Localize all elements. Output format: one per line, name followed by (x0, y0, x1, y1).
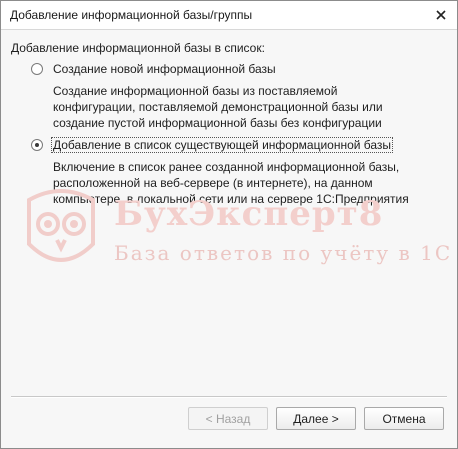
option-add-existing[interactable]: Добавление в список существующей информа… (31, 137, 394, 153)
description-line: создание пустой информационной базы без … (53, 116, 382, 130)
option-create-new-label[interactable]: Создание новой информационной базы (51, 61, 278, 77)
next-button[interactable]: Далее > (276, 407, 356, 430)
description-line: Создание информационной базы из поставля… (53, 84, 338, 98)
watermark-tagline: База ответов по учёту в 1С (114, 241, 453, 265)
radio-add-existing[interactable] (31, 139, 43, 151)
cancel-button[interactable]: Отмена (364, 407, 444, 430)
option-create-new[interactable]: Создание новой информационной базы (31, 61, 278, 77)
divider (11, 396, 447, 398)
dialog-window: Добавление информационной базы/группы До… (0, 0, 458, 449)
option-create-new-description: Создание информационной базы из поставля… (53, 83, 448, 131)
radio-create-new[interactable] (31, 63, 43, 75)
close-button[interactable] (431, 5, 451, 25)
watermark: БухЭксперт8 База ответов по учёту в 1С (21, 186, 451, 296)
description-line: Включение в список ранее созданной инфор… (53, 160, 400, 174)
option-add-existing-label[interactable]: Добавление в список существующей информа… (51, 137, 394, 153)
description-line: конфигурации, поставляемой демонстрацион… (53, 100, 383, 114)
watermark-brand: БухЭксперт8 (114, 194, 384, 234)
dialog-content: Добавление информационной базы в список:… (1, 30, 457, 448)
close-icon (436, 10, 446, 20)
title-bar[interactable]: Добавление информационной базы/группы (1, 1, 457, 30)
form-heading: Добавление информационной базы в список: (11, 41, 265, 55)
window-title: Добавление информационной базы/группы (10, 8, 253, 22)
owl-logo-icon (27, 189, 95, 262)
back-button[interactable]: < Назад (188, 407, 268, 430)
